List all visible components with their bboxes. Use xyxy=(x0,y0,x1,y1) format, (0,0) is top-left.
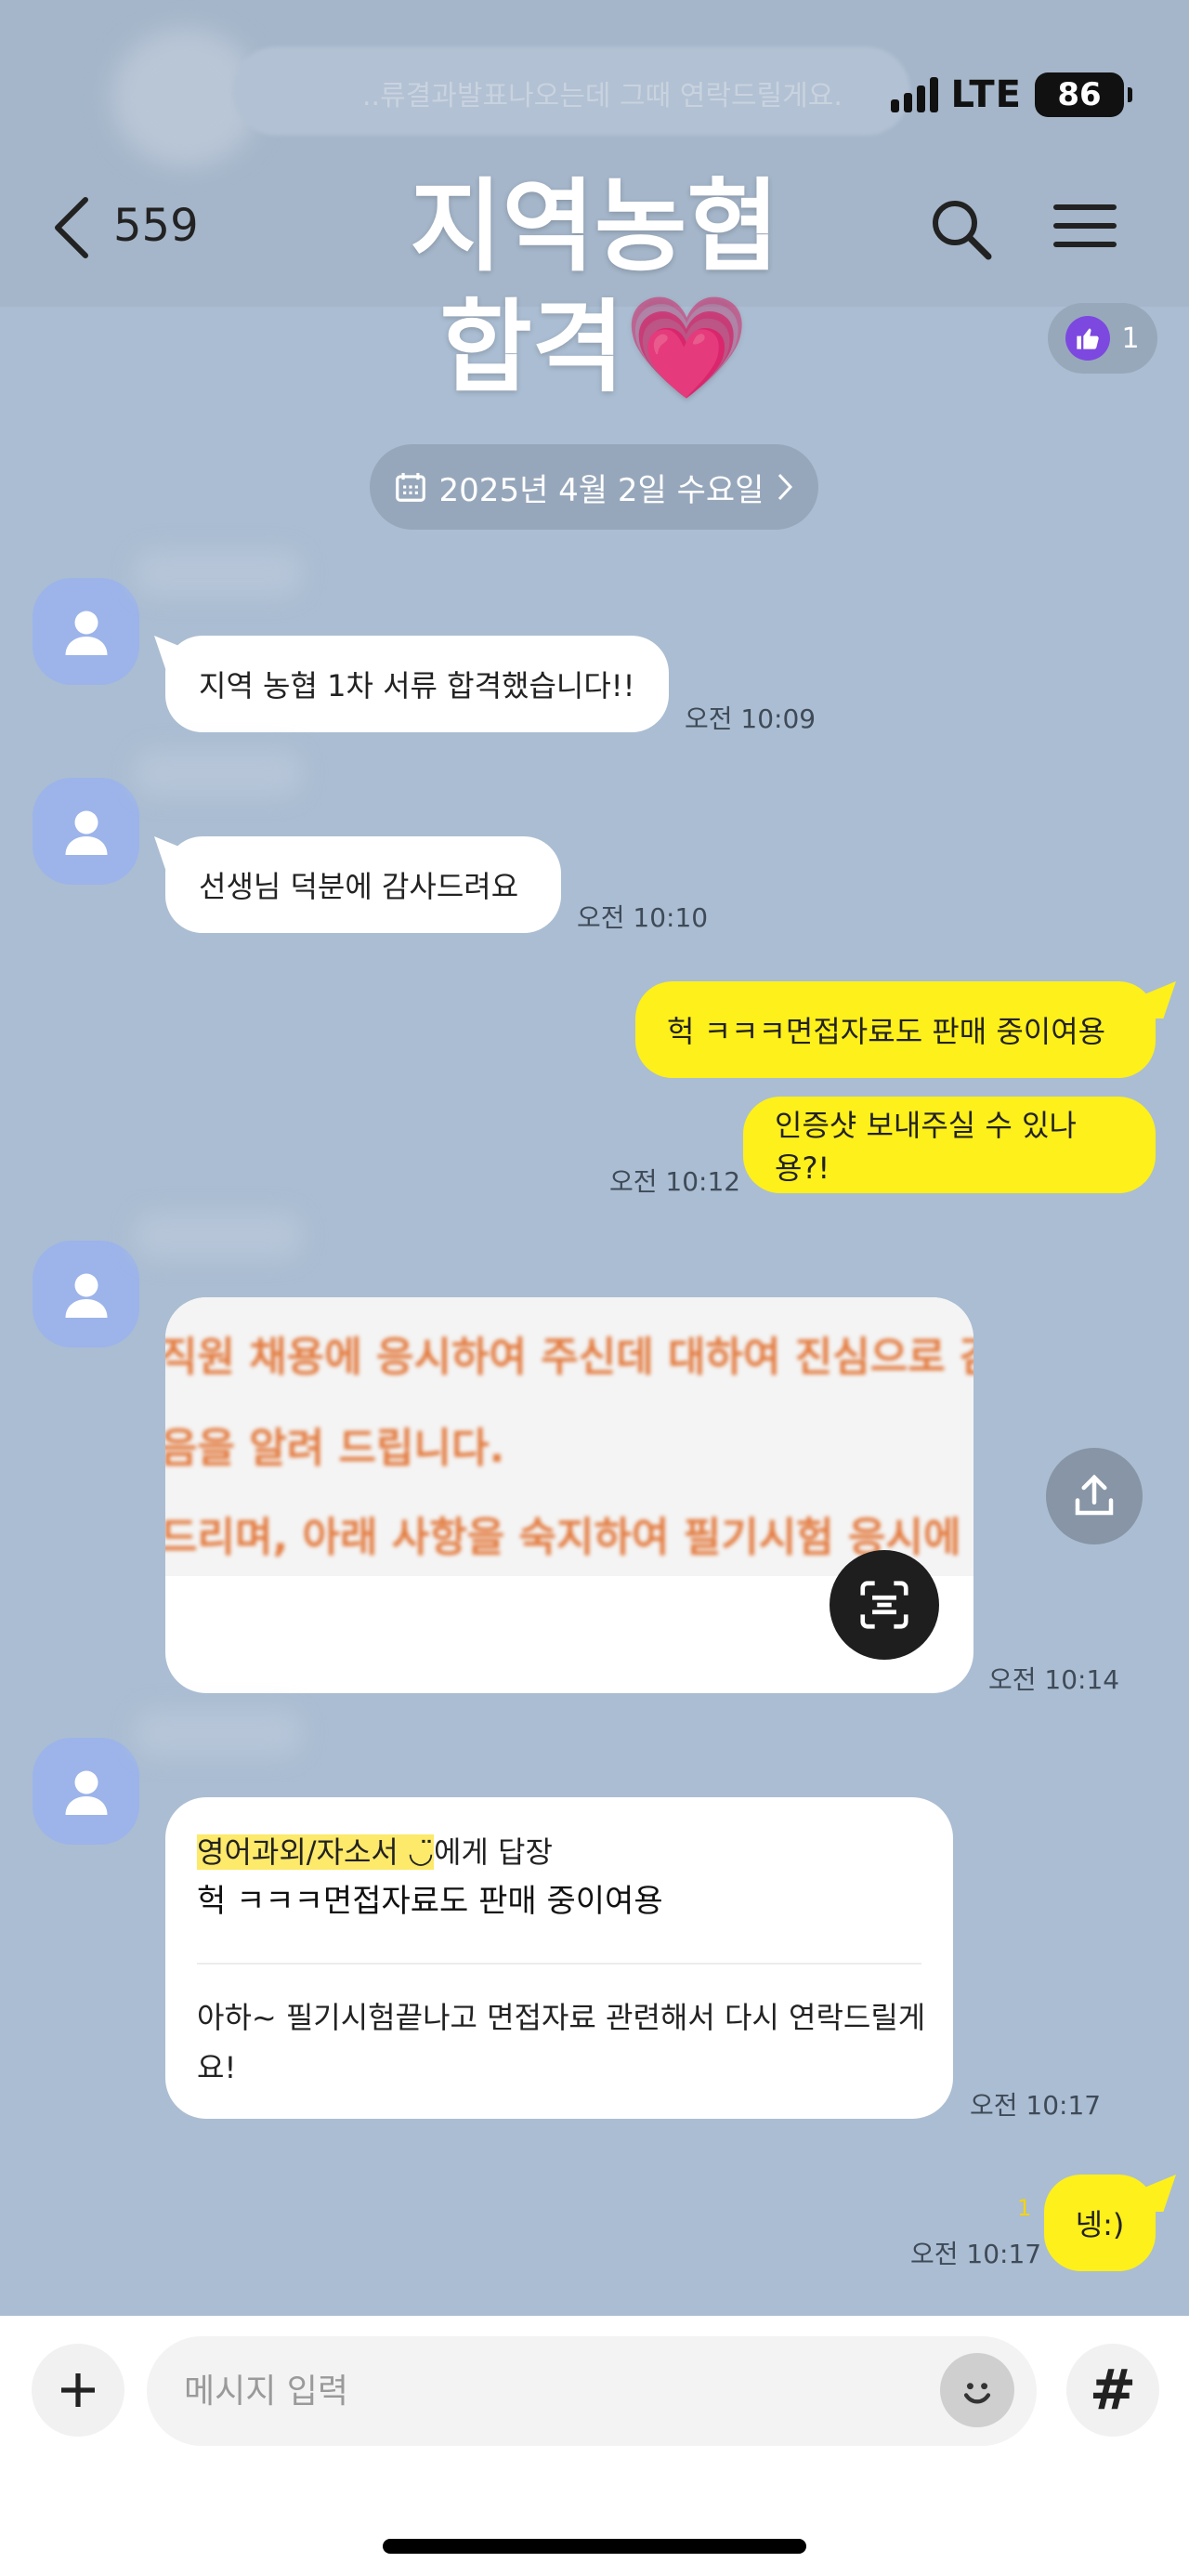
thumbs-up-icon xyxy=(1065,316,1111,361)
message-bubble[interactable]: 선생님 덕분에 감사드려요 xyxy=(165,836,561,933)
message-bubble-outgoing[interactable]: 인증샷 보내주실 수 있나용?! xyxy=(743,1097,1156,1193)
person-icon xyxy=(65,1770,107,1815)
message-time: 오전 10:12 xyxy=(609,1166,741,1197)
date-label: 2025년 4월 2일 수요일 xyxy=(438,471,764,509)
battery-icon: 86 xyxy=(1035,72,1132,117)
bubble-tail xyxy=(1144,981,1176,1019)
menu-icon[interactable] xyxy=(1050,195,1124,256)
back-icon[interactable] xyxy=(46,191,102,265)
attach-button[interactable] xyxy=(32,2344,124,2437)
input-bar: # xyxy=(0,2316,1189,2576)
calendar-icon xyxy=(395,472,425,502)
like-badge[interactable]: 1 xyxy=(1048,303,1157,374)
person-icon xyxy=(65,611,107,655)
network-label: LTE xyxy=(950,73,1022,116)
sender-avatar[interactable] xyxy=(33,778,139,885)
reply-body: 아하~ 필기시험끝나고 면접자료 관련해서 다시 연락드릴게요! xyxy=(197,2000,926,2085)
share-button[interactable] xyxy=(1046,1448,1143,1544)
reply-quoted-text[interactable]: 헉 ㅋㅋㅋ면접자료도 판매 중이여용 xyxy=(197,1875,663,1921)
share-icon xyxy=(1075,1474,1114,1516)
emoji-button[interactable] xyxy=(940,2353,1014,2427)
signal-icon xyxy=(890,77,938,112)
message-bubble-outgoing[interactable]: 헉 ㅋㅋㅋ면접자료도 판매 중이여용 xyxy=(635,981,1156,1078)
message-input[interactable] xyxy=(147,2336,1037,2446)
sender-avatar[interactable] xyxy=(33,1241,139,1347)
message-bubble-outgoing[interactable]: 넹:) xyxy=(1044,2175,1156,2271)
message-time: 오전 10:10 xyxy=(577,902,709,933)
message-time: 오전 10:17 xyxy=(910,2239,1042,2269)
search-icon[interactable] xyxy=(929,197,994,262)
unread-count: 559 xyxy=(113,200,199,252)
bubble-tail xyxy=(1144,2175,1176,2212)
home-indicator xyxy=(383,2539,806,2554)
document-text-line: 음을 알려 드립니다. xyxy=(165,1425,505,1472)
person-icon xyxy=(65,810,107,855)
person-icon xyxy=(65,1273,107,1318)
status-bar: LTE 86 xyxy=(890,67,1132,123)
sender-avatar[interactable] xyxy=(33,1738,139,1845)
message-time: 오전 10:17 xyxy=(970,2090,1102,2121)
text-scan-button[interactable] xyxy=(830,1550,939,1660)
message-time: 오전 10:09 xyxy=(685,703,817,734)
reply-target-name: 영어과외/자소서 ◡̈ xyxy=(197,1834,434,1870)
message-bubble[interactable]: 지역 농협 1차 서류 합격했습니다!! xyxy=(165,636,669,732)
reply-divider xyxy=(197,1963,921,1965)
chevron-right-icon xyxy=(778,473,793,501)
unread-indicator: 1 xyxy=(1017,2195,1032,2221)
date-divider[interactable]: 2025년 4월 2일 수요일 xyxy=(370,444,818,530)
reply-message[interactable]: 영어과외/자소서 ◡̈에게 답장 헉 ㅋㅋㅋ면접자료도 판매 중이여용 아하~ … xyxy=(165,1797,953,2119)
document-text-line: 드리며, 아래 사항을 숙지하여 필기시험 응시에 xyxy=(165,1514,961,1561)
overlay-title-line1: 지역농협 xyxy=(410,169,779,285)
overlay-title: 지역농협 합격💗 xyxy=(307,167,882,409)
reply-target-suffix: 에게 답장 xyxy=(433,1834,553,1870)
text-scan-icon xyxy=(860,1581,908,1629)
hash-icon[interactable]: # xyxy=(1066,2344,1159,2437)
overlay-title-line2: 합격💗 xyxy=(439,290,750,406)
reply-target: 영어과외/자소서 ◡̈에게 답장 xyxy=(197,1829,553,1872)
message-time: 오전 10:14 xyxy=(988,1664,1120,1695)
emoji-icon xyxy=(963,2383,991,2404)
pinned-notice-text: ..류결과발표나오는데 그때 연락드릴게요. xyxy=(362,80,843,112)
plus-icon xyxy=(61,2373,95,2407)
like-count: 1 xyxy=(1121,322,1140,355)
document-text-line: 직원 채용에 응시하여 주신데 대하여 진심으로 감 xyxy=(165,1334,973,1381)
sender-avatar[interactable] xyxy=(33,578,139,685)
